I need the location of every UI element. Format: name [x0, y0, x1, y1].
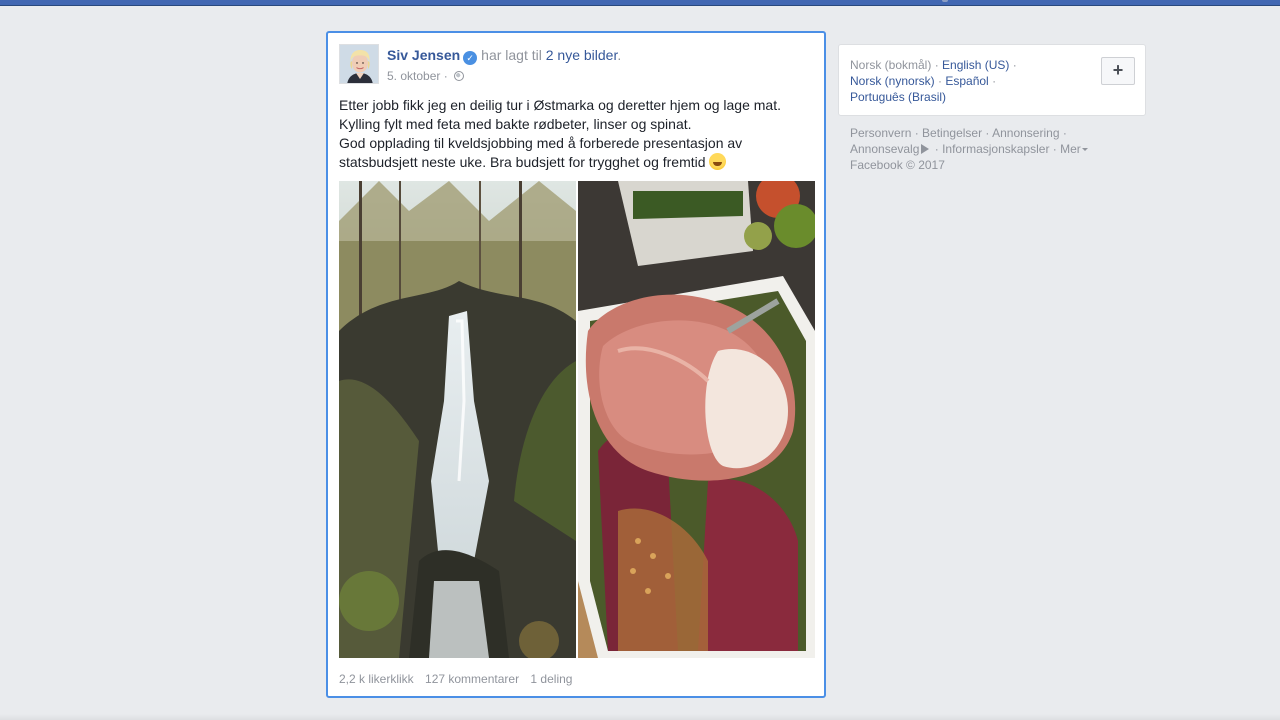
footer-link-adchoices[interactable]: Annonsevalg	[850, 142, 919, 156]
post-paragraph: Kylling fylt med feta med bakte rødbeter…	[339, 116, 692, 132]
caret-down-icon	[1081, 148, 1088, 151]
globe-icon[interactable]	[454, 71, 465, 81]
laughing-emoji-icon	[708, 153, 726, 170]
post-action-text: har lagt til	[481, 47, 542, 63]
current-language: Norsk (bokmål)	[850, 58, 932, 72]
post-card: Siv Jensen ✓ har lagt til 2 nye bilder. 5.…	[326, 31, 826, 698]
food-photo[interactable]	[578, 181, 815, 658]
footer-link-privacy[interactable]: Personvern	[850, 126, 911, 140]
waterfall-photo[interactable]	[339, 181, 576, 658]
likes-count-link[interactable]: 2,2 k likerklikk	[339, 672, 414, 686]
footer-link-more[interactable]: Mer	[1060, 142, 1081, 156]
add-language-button[interactable]: +	[1101, 57, 1135, 85]
meta-separator: ·	[443, 69, 448, 83]
post-paragraph-text: God opplading til kveldsjobbing med å fo…	[339, 135, 743, 170]
notification-indicator-icon[interactable]	[942, 0, 948, 2]
post-paragraph: God opplading til kveldsjobbing med å fo…	[339, 134, 817, 172]
post-paragraph: Etter jobb fikk jeg en deilig tur i Østm…	[339, 97, 781, 113]
photos-link[interactable]: 2 nye bilder	[546, 47, 618, 63]
language-list: Norsk (bokmål) · English (US) · Norsk (n…	[850, 58, 1017, 104]
footer-link-advertising[interactable]: Annonsering	[992, 126, 1059, 140]
author-avatar[interactable]	[339, 44, 379, 84]
language-option-english[interactable]: English (US)	[942, 58, 1009, 72]
footer-links: Personvern · Betingelser · Annonsering ·…	[850, 125, 1140, 173]
footer-link-terms[interactable]: Betingelser	[922, 126, 982, 140]
comments-count-link[interactable]: 127 kommentarer	[425, 672, 519, 686]
post-header: Siv Jensen ✓ har lagt til 2 nye bilder.	[387, 46, 621, 65]
shares-count-link[interactable]: 1 deling	[530, 672, 572, 686]
language-selector-box: Norsk (bokmål) · English (US) · Norsk (n…	[838, 44, 1146, 116]
post-body: Etter jobb fikk jeg en deilig tur i Østm…	[339, 96, 817, 172]
header-period: .	[617, 47, 622, 63]
post-date-link[interactable]: 5. oktober	[387, 69, 440, 83]
author-name-link[interactable]: Siv Jensen	[387, 47, 460, 63]
post-stats: 2,2 k likerklikk 127 kommentarer 1 delin…	[339, 671, 580, 687]
adchoices-icon	[921, 144, 930, 154]
verified-badge-icon: ✓	[463, 51, 478, 65]
language-option-portugues[interactable]: Português (Brasil)	[850, 90, 946, 104]
language-option-espanol[interactable]: Español	[945, 74, 988, 88]
footer-link-cookies[interactable]: Informasjonskapsler	[942, 142, 1049, 156]
language-option-nynorsk[interactable]: Norsk (nynorsk)	[850, 74, 935, 88]
top-navigation-bar	[0, 0, 1280, 6]
bottom-edge	[0, 714, 1280, 720]
post-meta: 5. oktober ·	[387, 68, 465, 84]
copyright-text: Facebook © 2017	[850, 158, 945, 172]
